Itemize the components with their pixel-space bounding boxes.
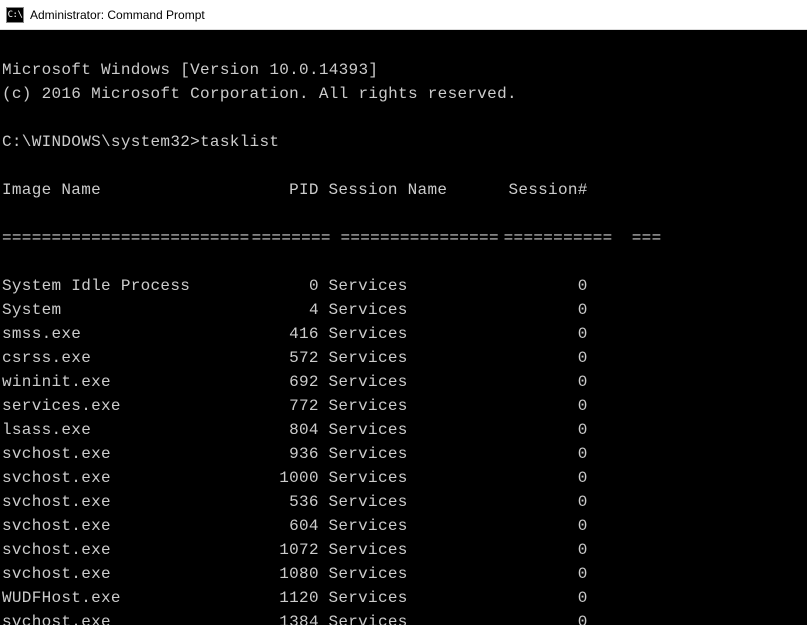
task-image-name: smss.exe xyxy=(2,322,242,346)
task-row: lsass.exe804 Services0 xyxy=(2,418,807,442)
window-titlebar[interactable]: C:\ Administrator: Command Prompt xyxy=(0,0,807,30)
task-session-name: Services xyxy=(328,442,482,466)
task-image-name: svchost.exe xyxy=(2,562,242,586)
command-text: tasklist xyxy=(200,133,279,151)
task-pid: 804 xyxy=(242,418,319,442)
task-session-num: 0 xyxy=(482,322,588,346)
task-image-name: WUDFHost.exe xyxy=(2,586,242,610)
task-session-name: Services xyxy=(328,298,482,322)
col-header-session-name: Session Name xyxy=(328,178,482,202)
col-header-session-num: Session# xyxy=(482,178,588,202)
task-session-name: Services xyxy=(328,586,482,610)
task-session-name: Services xyxy=(328,322,482,346)
task-session-num: 0 xyxy=(482,394,588,418)
window-title: Administrator: Command Prompt xyxy=(30,8,205,22)
sep-trail: === xyxy=(632,229,662,247)
task-row: WUDFHost.exe1120 Services0 xyxy=(2,586,807,610)
prompt-path: C:\WINDOWS\system32> xyxy=(2,133,200,151)
task-session-num: 0 xyxy=(482,370,588,394)
task-pid: 692 xyxy=(242,370,319,394)
task-pid: 536 xyxy=(242,490,319,514)
task-image-name: services.exe xyxy=(2,394,242,418)
cmd-icon: C:\ xyxy=(6,7,24,23)
task-image-name: svchost.exe xyxy=(2,442,242,466)
col-header-image-name: Image Name xyxy=(2,178,242,202)
task-row: services.exe772 Services0 xyxy=(2,394,807,418)
task-session-num: 0 xyxy=(482,490,588,514)
task-pid: 572 xyxy=(242,346,319,370)
task-pid: 1000 xyxy=(242,466,319,490)
task-pid: 1384 xyxy=(242,610,319,625)
task-session-name: Services xyxy=(328,514,482,538)
task-session-name: Services xyxy=(328,562,482,586)
task-session-num: 0 xyxy=(482,274,588,298)
task-image-name: lsass.exe xyxy=(2,418,242,442)
task-pid: 1072 xyxy=(242,538,319,562)
task-row: wininit.exe692 Services0 xyxy=(2,370,807,394)
task-row: csrss.exe572 Services0 xyxy=(2,346,807,370)
column-header-row: Image NamePID Session NameSession# xyxy=(2,178,807,202)
task-row: svchost.exe536 Services0 xyxy=(2,490,807,514)
task-row: svchost.exe1080 Services0 xyxy=(2,562,807,586)
task-session-num: 0 xyxy=(482,298,588,322)
task-session-num: 0 xyxy=(482,514,588,538)
sep-image-name: ========================= xyxy=(2,226,242,250)
task-session-name: Services xyxy=(328,610,482,625)
task-image-name: svchost.exe xyxy=(2,538,242,562)
task-session-name: Services xyxy=(328,490,482,514)
task-pid: 936 xyxy=(242,442,319,466)
task-pid: 4 xyxy=(242,298,319,322)
task-session-num: 0 xyxy=(482,538,588,562)
task-session-name: Services xyxy=(328,394,482,418)
task-row: svchost.exe936 Services0 xyxy=(2,442,807,466)
task-row: svchost.exe604 Services0 xyxy=(2,514,807,538)
task-image-name: csrss.exe xyxy=(2,346,242,370)
task-session-num: 0 xyxy=(482,442,588,466)
task-session-num: 0 xyxy=(482,562,588,586)
sep-pid: ======== xyxy=(252,229,331,247)
task-image-name: svchost.exe xyxy=(2,610,242,625)
task-row: svchost.exe1000 Services0 xyxy=(2,466,807,490)
task-pid: 604 xyxy=(242,514,319,538)
task-image-name: svchost.exe xyxy=(2,514,242,538)
task-row: System Idle Process0 Services0 xyxy=(2,274,807,298)
task-row: System4 Services0 xyxy=(2,298,807,322)
task-row: svchost.exe1384 Services0 xyxy=(2,610,807,625)
terminal-output[interactable]: Microsoft Windows [Version 10.0.14393] (… xyxy=(0,30,807,625)
task-session-name: Services xyxy=(328,274,482,298)
task-pid: 1120 xyxy=(242,586,319,610)
separator-row: ========================= ======== =====… xyxy=(2,226,807,250)
task-image-name: svchost.exe xyxy=(2,466,242,490)
task-pid: 772 xyxy=(242,394,319,418)
task-session-num: 0 xyxy=(482,346,588,370)
task-session-num: 0 xyxy=(482,586,588,610)
task-session-num: 0 xyxy=(482,418,588,442)
sep-session-num: =========== xyxy=(504,229,613,247)
task-row: svchost.exe1072 Services0 xyxy=(2,538,807,562)
task-row: smss.exe416 Services0 xyxy=(2,322,807,346)
task-image-name: System xyxy=(2,298,242,322)
task-session-name: Services xyxy=(328,370,482,394)
task-pid: 416 xyxy=(242,322,319,346)
task-session-name: Services xyxy=(328,346,482,370)
task-pid: 0 xyxy=(242,274,319,298)
task-image-name: wininit.exe xyxy=(2,370,242,394)
task-pid: 1080 xyxy=(242,562,319,586)
task-image-name: System Idle Process xyxy=(2,274,242,298)
banner-line-1: Microsoft Windows [Version 10.0.14393] xyxy=(2,61,378,79)
task-session-name: Services xyxy=(328,418,482,442)
sep-session-name: ================ xyxy=(340,226,494,250)
col-header-pid: PID xyxy=(242,178,319,202)
task-session-num: 0 xyxy=(482,610,588,625)
task-session-name: Services xyxy=(328,466,482,490)
banner-line-2: (c) 2016 Microsoft Corporation. All righ… xyxy=(2,85,517,103)
task-session-name: Services xyxy=(328,538,482,562)
task-image-name: svchost.exe xyxy=(2,490,242,514)
task-session-num: 0 xyxy=(482,466,588,490)
